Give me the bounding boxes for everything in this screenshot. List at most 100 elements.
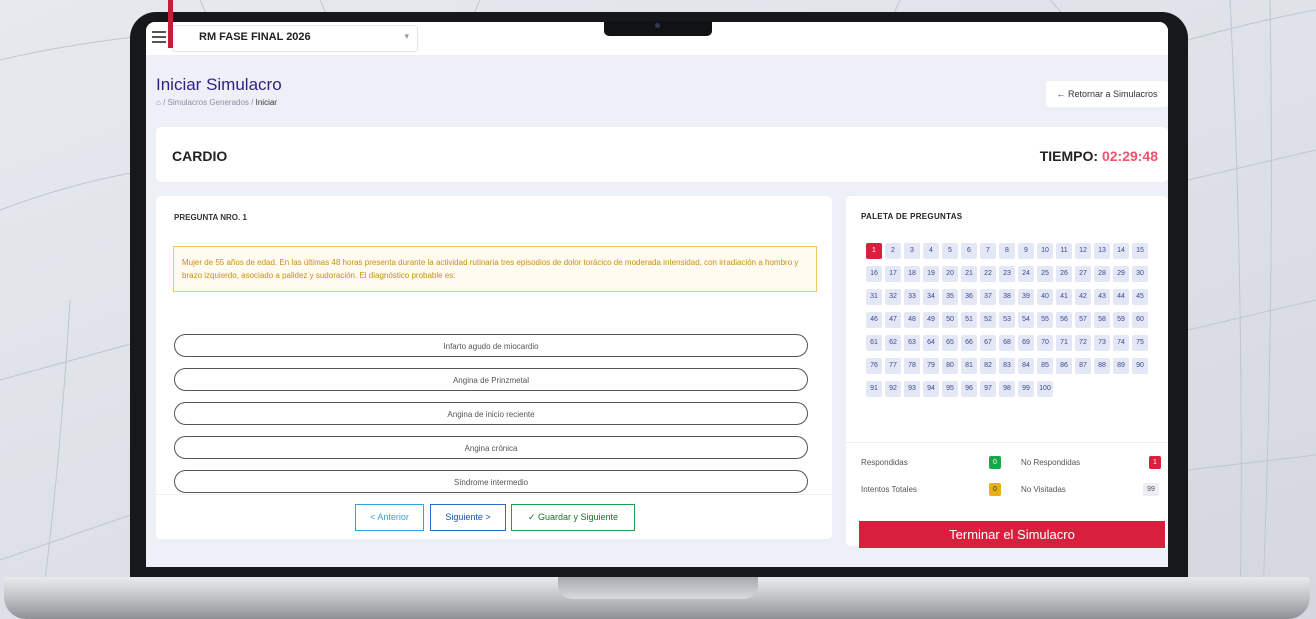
palette-question-35[interactable]: 35 (942, 289, 958, 305)
palette-question-46[interactable]: 46 (866, 312, 882, 328)
save-and-next-button[interactable]: ✓ Guardar y Siguiente (511, 504, 635, 531)
palette-question-77[interactable]: 77 (885, 358, 901, 374)
palette-question-47[interactable]: 47 (885, 312, 901, 328)
palette-question-60[interactable]: 60 (1132, 312, 1148, 328)
palette-question-45[interactable]: 45 (1132, 289, 1148, 305)
palette-question-40[interactable]: 40 (1037, 289, 1053, 305)
palette-question-48[interactable]: 48 (904, 312, 920, 328)
answer-option-1[interactable]: Infarto agudo de miocardio (174, 334, 808, 357)
palette-question-79[interactable]: 79 (923, 358, 939, 374)
palette-question-11[interactable]: 11 (1056, 243, 1072, 259)
palette-question-37[interactable]: 37 (980, 289, 996, 305)
palette-question-43[interactable]: 43 (1094, 289, 1110, 305)
palette-question-54[interactable]: 54 (1018, 312, 1034, 328)
palette-question-74[interactable]: 74 (1113, 335, 1129, 351)
palette-question-52[interactable]: 52 (980, 312, 996, 328)
palette-question-4[interactable]: 4 (923, 243, 939, 259)
palette-question-15[interactable]: 15 (1132, 243, 1148, 259)
palette-question-27[interactable]: 27 (1075, 266, 1091, 282)
palette-question-8[interactable]: 8 (999, 243, 1015, 259)
palette-question-17[interactable]: 17 (885, 266, 901, 282)
palette-question-24[interactable]: 24 (1018, 266, 1034, 282)
home-icon[interactable]: ⌂ (156, 98, 161, 107)
palette-question-19[interactable]: 19 (923, 266, 939, 282)
palette-question-6[interactable]: 6 (961, 243, 977, 259)
palette-question-64[interactable]: 64 (923, 335, 939, 351)
answer-option-3[interactable]: Angina de inicio reciente (174, 402, 808, 425)
palette-question-22[interactable]: 22 (980, 266, 996, 282)
palette-question-69[interactable]: 69 (1018, 335, 1034, 351)
palette-question-73[interactable]: 73 (1094, 335, 1110, 351)
palette-question-55[interactable]: 55 (1037, 312, 1053, 328)
palette-question-57[interactable]: 57 (1075, 312, 1091, 328)
palette-question-50[interactable]: 50 (942, 312, 958, 328)
palette-question-38[interactable]: 38 (999, 289, 1015, 305)
palette-question-96[interactable]: 96 (961, 381, 977, 397)
palette-question-62[interactable]: 62 (885, 335, 901, 351)
palette-question-90[interactable]: 90 (1132, 358, 1148, 374)
palette-question-95[interactable]: 95 (942, 381, 958, 397)
palette-question-70[interactable]: 70 (1037, 335, 1053, 351)
palette-question-82[interactable]: 82 (980, 358, 996, 374)
palette-question-3[interactable]: 3 (904, 243, 920, 259)
palette-question-97[interactable]: 97 (980, 381, 996, 397)
hamburger-menu-icon[interactable] (152, 31, 166, 43)
palette-question-2[interactable]: 2 (885, 243, 901, 259)
palette-question-44[interactable]: 44 (1113, 289, 1129, 305)
palette-question-71[interactable]: 71 (1056, 335, 1072, 351)
palette-question-59[interactable]: 59 (1113, 312, 1129, 328)
palette-question-94[interactable]: 94 (923, 381, 939, 397)
palette-question-12[interactable]: 12 (1075, 243, 1091, 259)
palette-question-16[interactable]: 16 (866, 266, 882, 282)
palette-question-68[interactable]: 68 (999, 335, 1015, 351)
palette-question-41[interactable]: 41 (1056, 289, 1072, 305)
palette-question-80[interactable]: 80 (942, 358, 958, 374)
palette-question-1[interactable]: 1 (866, 243, 882, 259)
course-select[interactable]: RM FASE FINAL 2026 ▾ (172, 25, 418, 52)
palette-question-99[interactable]: 99 (1018, 381, 1034, 397)
palette-question-20[interactable]: 20 (942, 266, 958, 282)
palette-question-51[interactable]: 51 (961, 312, 977, 328)
palette-question-83[interactable]: 83 (999, 358, 1015, 374)
palette-question-18[interactable]: 18 (904, 266, 920, 282)
breadcrumb-link-simulacros[interactable]: Simulacros Generados (168, 98, 249, 107)
palette-question-10[interactable]: 10 (1037, 243, 1053, 259)
palette-question-7[interactable]: 7 (980, 243, 996, 259)
palette-question-56[interactable]: 56 (1056, 312, 1072, 328)
palette-question-89[interactable]: 89 (1113, 358, 1129, 374)
palette-question-92[interactable]: 92 (885, 381, 901, 397)
palette-question-21[interactable]: 21 (961, 266, 977, 282)
palette-question-28[interactable]: 28 (1094, 266, 1110, 282)
palette-question-87[interactable]: 87 (1075, 358, 1091, 374)
palette-question-31[interactable]: 31 (866, 289, 882, 305)
palette-question-63[interactable]: 63 (904, 335, 920, 351)
palette-question-78[interactable]: 78 (904, 358, 920, 374)
palette-question-98[interactable]: 98 (999, 381, 1015, 397)
palette-question-84[interactable]: 84 (1018, 358, 1034, 374)
palette-question-76[interactable]: 76 (866, 358, 882, 374)
palette-question-88[interactable]: 88 (1094, 358, 1110, 374)
palette-question-75[interactable]: 75 (1132, 335, 1148, 351)
palette-question-23[interactable]: 23 (999, 266, 1015, 282)
palette-question-65[interactable]: 65 (942, 335, 958, 351)
palette-question-66[interactable]: 66 (961, 335, 977, 351)
next-button[interactable]: Siguiente > (430, 504, 506, 531)
palette-question-61[interactable]: 61 (866, 335, 882, 351)
palette-question-29[interactable]: 29 (1113, 266, 1129, 282)
palette-question-86[interactable]: 86 (1056, 358, 1072, 374)
previous-button[interactable]: < Anterior (355, 504, 424, 531)
answer-option-5[interactable]: Síndrome intermedio (174, 470, 808, 493)
palette-question-33[interactable]: 33 (904, 289, 920, 305)
palette-question-42[interactable]: 42 (1075, 289, 1091, 305)
palette-question-72[interactable]: 72 (1075, 335, 1091, 351)
palette-question-26[interactable]: 26 (1056, 266, 1072, 282)
palette-question-100[interactable]: 100 (1037, 381, 1053, 397)
palette-question-93[interactable]: 93 (904, 381, 920, 397)
back-to-simulacros-button[interactable]: ← Retornar a Simulacros (1046, 81, 1168, 107)
palette-question-36[interactable]: 36 (961, 289, 977, 305)
palette-question-32[interactable]: 32 (885, 289, 901, 305)
palette-question-53[interactable]: 53 (999, 312, 1015, 328)
palette-question-14[interactable]: 14 (1113, 243, 1129, 259)
palette-question-67[interactable]: 67 (980, 335, 996, 351)
palette-question-30[interactable]: 30 (1132, 266, 1148, 282)
